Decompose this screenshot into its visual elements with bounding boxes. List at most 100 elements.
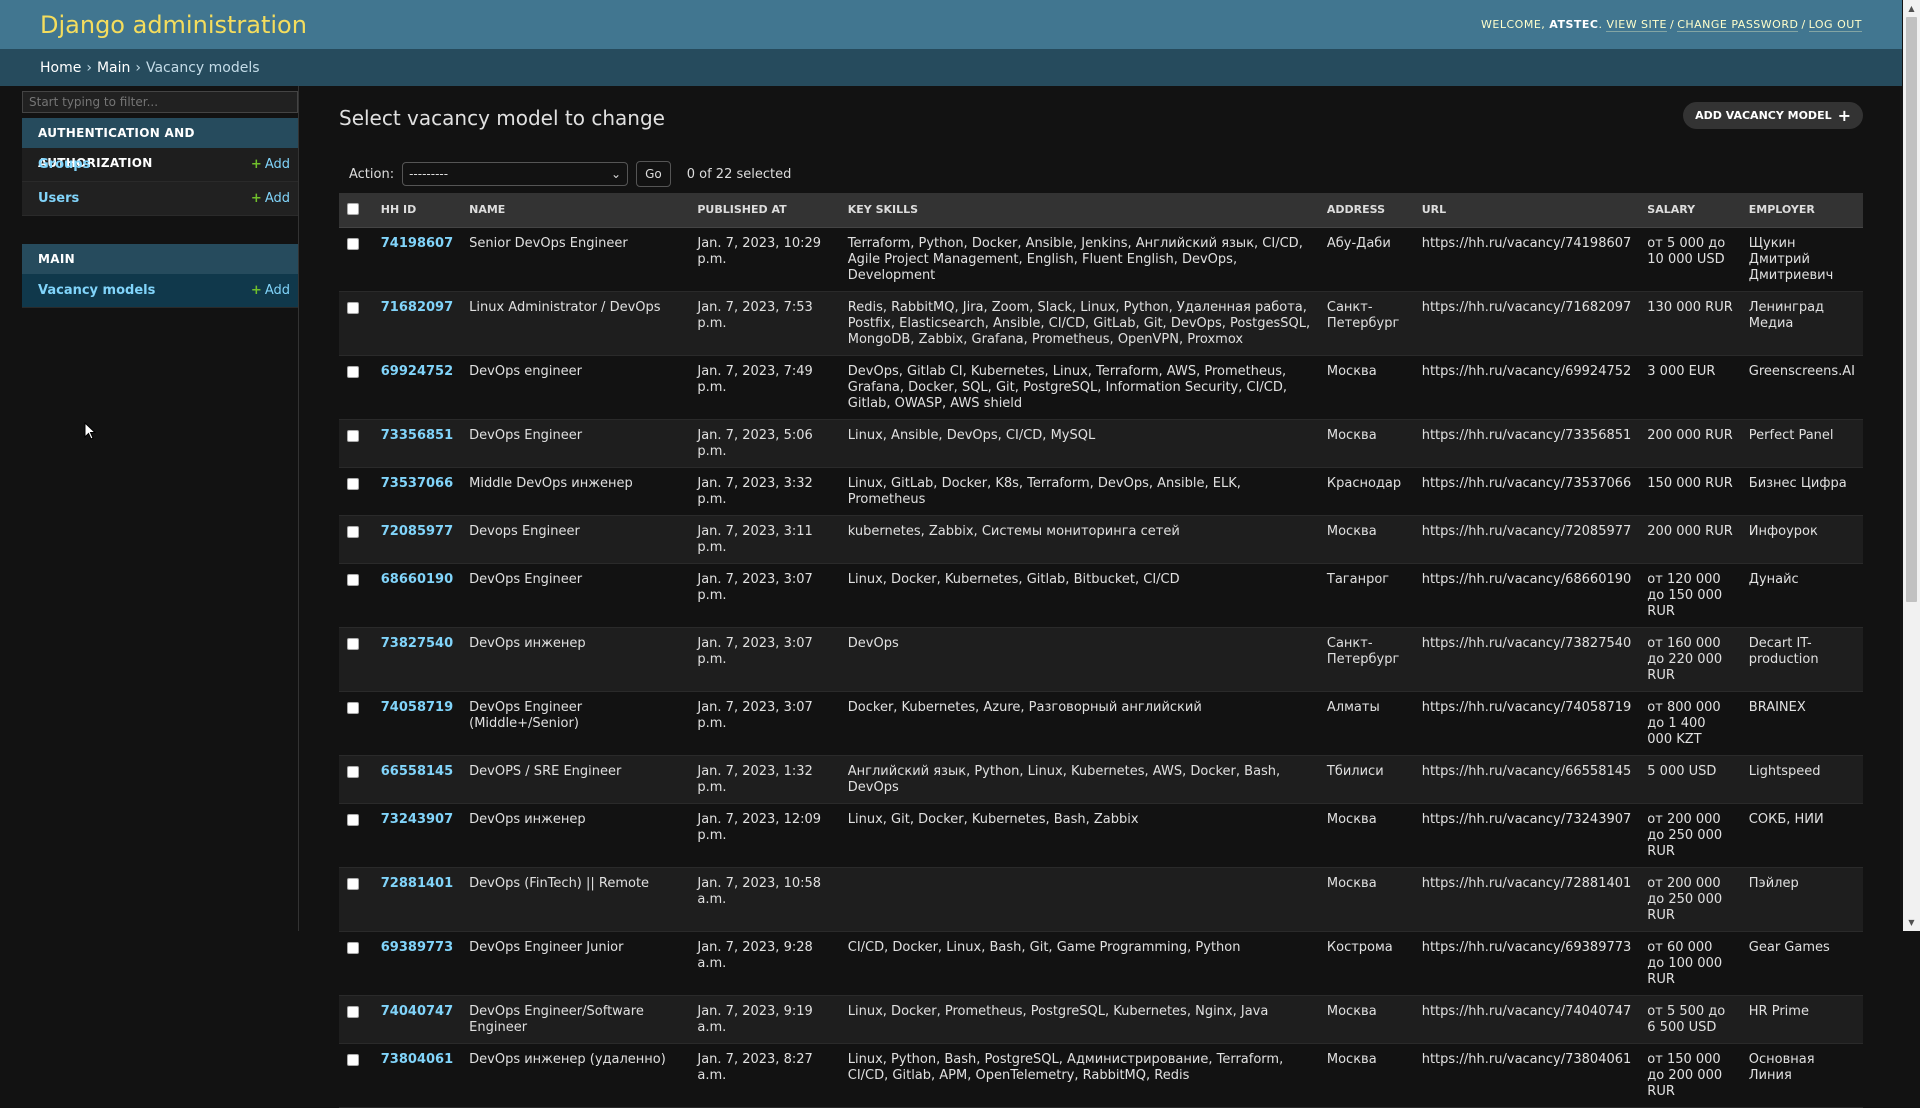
column-header-hh-id[interactable]: HH ID [372, 193, 462, 228]
row-hh-id-link[interactable]: 66558145 [381, 764, 453, 779]
row-hh-id-link[interactable]: 74058719 [381, 700, 453, 715]
row-checkbox[interactable] [347, 477, 359, 490]
column-header-key-skills[interactable]: Key skills [839, 193, 1319, 228]
add-vacancy-model-button[interactable]: Add vacancy model + [1683, 102, 1863, 129]
add-label: Add [264, 191, 290, 206]
row-published-at-cell: Jan. 7, 2023, 3:07 p.m. [689, 563, 840, 628]
username: ATSTEC [1549, 18, 1599, 31]
add-vacancy-models-link[interactable]: + Add [251, 283, 290, 298]
row-checkbox[interactable] [347, 1005, 359, 1018]
row-select-cell [339, 995, 373, 1044]
row-checkbox[interactable] [347, 301, 359, 314]
row-name-cell: Devops Engineer [461, 515, 690, 564]
sidebar-item-label[interactable]: Users [38, 191, 79, 206]
table-row: 74040747 DevOps Engineer/Software Enginee… [339, 995, 1863, 1044]
row-key-skills-cell: Английский язык, Python, Linux, Kubernet… [839, 755, 1319, 804]
row-checkbox[interactable] [347, 877, 359, 890]
go-button[interactable]: Go [636, 161, 671, 187]
sidebar-item-label[interactable]: Groups [38, 157, 90, 172]
plus-icon: + [250, 191, 262, 206]
add-label: Add [264, 283, 290, 298]
scrollbar-thumb[interactable] [1906, 17, 1917, 602]
row-hh-id-link[interactable]: 73804061 [381, 1052, 453, 1067]
breadcrumb-main[interactable]: Main [97, 60, 130, 76]
row-salary-cell: от 800 000 до 1 400 000 KZT [1639, 691, 1741, 756]
row-hh-id-link[interactable]: 71682097 [381, 300, 453, 315]
app-module-auth: Authentication and Authorization Groups … [22, 118, 298, 216]
row-checkbox[interactable] [347, 765, 359, 778]
row-hh-id-link[interactable]: 69924752 [381, 364, 453, 379]
row-key-skills-cell: Linux, Docker, Kubernetes, Gitlab, Bitbu… [839, 563, 1319, 628]
row-name-cell: DevOps Engineer [461, 563, 690, 628]
column-header-employer[interactable]: Employer [1740, 193, 1863, 228]
row-published-at-cell: Jan. 7, 2023, 5:06 p.m. [689, 419, 840, 468]
table-row: 73243907 DevOps инженер Jan. 7, 2023, 12:0… [339, 803, 1863, 868]
log-out-link[interactable]: Log out [1808, 18, 1862, 32]
row-checkbox[interactable] [347, 237, 359, 250]
table-row: 73804061 DevOps инженер (удаленно) Jan. 7,… [339, 1043, 1863, 1108]
row-checkbox[interactable] [347, 701, 359, 714]
row-checkbox[interactable] [347, 1053, 359, 1066]
row-hh-id-link[interactable]: 74040747 [381, 1004, 453, 1019]
plus-icon: + [250, 157, 262, 172]
row-hh-id-link[interactable]: 72085977 [381, 524, 453, 539]
row-select-cell [339, 467, 373, 516]
page-title: Select vacancy model to change [339, 106, 665, 130]
separator: / [1801, 18, 1806, 31]
row-checkbox[interactable] [347, 365, 359, 378]
row-employer-cell: Decart IT-production [1740, 627, 1863, 692]
sidebar-item-label[interactable]: Vacancy models [38, 283, 155, 298]
row-hh-id-cell: 72085977 [372, 515, 462, 564]
view-site-link[interactable]: View site [1606, 18, 1667, 32]
row-published-at-cell: Jan. 7, 2023, 10:29 p.m. [689, 227, 840, 292]
row-url-cell: https://hh.ru/vacancy/74058719 [1413, 691, 1640, 756]
row-hh-id-link[interactable]: 69389773 [381, 940, 453, 955]
row-checkbox[interactable] [347, 813, 359, 826]
row-checkbox[interactable] [347, 637, 359, 650]
row-hh-id-link[interactable]: 73537066 [381, 476, 453, 491]
row-hh-id-link[interactable]: 72881401 [381, 876, 453, 891]
scroll-down-arrow-icon[interactable]: ▼ [1903, 914, 1920, 931]
column-header-url[interactable]: URL [1413, 193, 1640, 228]
row-checkbox[interactable] [347, 525, 359, 538]
row-hh-id-link[interactable]: 73243907 [381, 812, 453, 827]
row-checkbox[interactable] [347, 941, 359, 954]
page-scrollbar[interactable]: ▲ ▼ [1903, 0, 1920, 931]
add-button-label: Add vacancy model [1695, 109, 1832, 122]
change-password-link[interactable]: Change password [1677, 18, 1799, 32]
module-caption[interactable]: Authentication and Authorization [22, 118, 298, 170]
row-employer-cell: Инфоурок [1740, 515, 1863, 564]
row-hh-id-link[interactable]: 74198607 [381, 236, 453, 251]
action-select[interactable]: --------- ⌄ [402, 162, 629, 186]
row-select-cell [339, 803, 373, 868]
row-salary-cell: 200 000 RUR [1639, 419, 1741, 468]
site-branding[interactable]: Django administration [40, 11, 307, 39]
breadcrumb-home[interactable]: Home [40, 60, 81, 76]
row-checkbox[interactable] [347, 573, 359, 586]
select-all-checkbox[interactable] [347, 203, 359, 216]
row-select-cell [339, 867, 373, 932]
module-caption[interactable]: Main [22, 244, 298, 274]
row-published-at-cell: Jan. 7, 2023, 3:07 p.m. [689, 627, 840, 692]
column-header-published-at[interactable]: Published at [689, 193, 840, 228]
row-hh-id-link[interactable]: 73827540 [381, 636, 453, 651]
table-row: 71682097 Linux Administrator / DevOps Jan.… [339, 291, 1863, 356]
add-groups-link[interactable]: + Add [251, 157, 290, 172]
row-checkbox[interactable] [347, 429, 359, 442]
table-row: 73356851 DevOps Engineer Jan. 7, 2023, 5:0… [339, 419, 1863, 468]
row-published-at-cell: Jan. 7, 2023, 3:11 p.m. [689, 515, 840, 564]
column-header-name[interactable]: Name [461, 193, 690, 228]
nav-filter-input[interactable] [22, 91, 298, 113]
row-key-skills-cell: Docker, Kubernetes, Azure, Разговорный а… [839, 691, 1319, 756]
breadcrumb-separator: › [86, 59, 92, 76]
row-url-cell: https://hh.ru/vacancy/66558145 [1413, 755, 1640, 804]
column-header-salary[interactable]: Salary [1639, 193, 1741, 228]
column-header-address[interactable]: Address [1318, 193, 1414, 228]
row-hh-id-link[interactable]: 68660190 [381, 572, 453, 587]
row-url-cell: https://hh.ru/vacancy/72085977 [1413, 515, 1640, 564]
row-name-cell: DevOps Engineer (Middle+/Senior) [461, 691, 690, 756]
add-users-link[interactable]: + Add [251, 191, 290, 206]
table-row: 74058719 DevOps Engineer (Middle+/Senior)… [339, 691, 1863, 756]
scroll-up-arrow-icon[interactable]: ▲ [1903, 0, 1920, 17]
row-hh-id-link[interactable]: 73356851 [381, 428, 453, 443]
